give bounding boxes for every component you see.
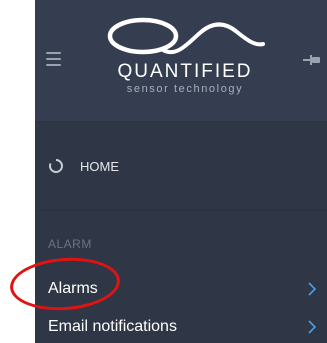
- loading-ring-icon: [49, 159, 63, 173]
- nav-item-home[interactable]: HOME: [35, 122, 327, 210]
- pin-icon[interactable]: [303, 53, 321, 67]
- nav-item-email-notifications[interactable]: Email notifications: [35, 311, 327, 343]
- nav-item-label: Alarms: [48, 280, 98, 297]
- brand-logo[interactable]: QUANTIFIED sensor technology: [99, 16, 271, 98]
- chevron-right-icon: [308, 320, 316, 334]
- q-wave-logo: [107, 17, 265, 55]
- sidebar: QUANTIFIED sensor technology HOME ALARM …: [35, 0, 327, 343]
- divider: [35, 210, 327, 211]
- nav-item-alarms[interactable]: Alarms: [35, 273, 327, 305]
- chevron-right-icon: [308, 282, 316, 296]
- hamburger-icon[interactable]: [46, 52, 61, 66]
- brand-tagline: sensor technology: [126, 83, 244, 95]
- home-label: HOME: [80, 159, 119, 174]
- nav-item-label: Email notifications: [48, 318, 177, 335]
- sidebar-header: QUANTIFIED sensor technology: [35, 0, 327, 122]
- section-label-alarm: ALARM: [48, 237, 92, 251]
- brand-name: QUANTIFIED: [117, 61, 253, 82]
